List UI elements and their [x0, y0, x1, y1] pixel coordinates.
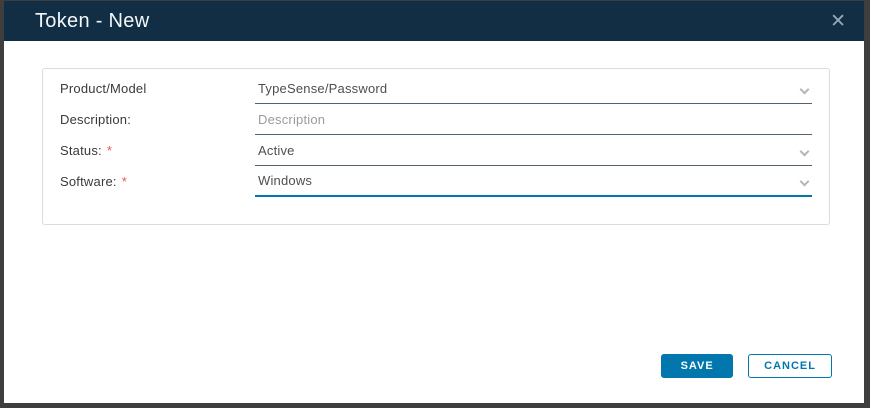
dialog-body: Product/Model TypeSense/Password Descrip…: [4, 41, 864, 403]
software-value: Windows: [258, 173, 312, 188]
software-label-text: Software:: [60, 174, 117, 189]
window-frame: Token - New ✕ Product/Model TypeSense/Pa…: [0, 0, 870, 408]
status-label: Status: *: [60, 135, 255, 166]
product-model-label: Product/Model: [60, 73, 255, 104]
chevron-down-icon: [800, 85, 810, 95]
form-row-software: Software: * Windows: [60, 166, 812, 197]
chevron-down-icon: [800, 177, 810, 187]
status-value: Active: [258, 143, 295, 158]
dialog-title: Token - New: [35, 10, 149, 33]
token-new-dialog: Token - New ✕ Product/Model TypeSense/Pa…: [4, 1, 864, 403]
product-model-value: TypeSense/Password: [258, 81, 387, 96]
status-label-text: Status:: [60, 143, 102, 158]
form-row-description: Description:: [60, 104, 812, 135]
description-label: Description:: [60, 104, 255, 135]
chevron-down-icon: [800, 147, 810, 157]
product-model-label-text: Product/Model: [60, 81, 146, 96]
description-input[interactable]: [258, 112, 812, 127]
required-asterisk: *: [122, 174, 127, 189]
software-select[interactable]: Windows: [255, 166, 812, 197]
description-field: [255, 104, 812, 135]
form-row-status: Status: * Active: [60, 135, 812, 166]
description-label-text: Description:: [60, 112, 131, 127]
form-panel: Product/Model TypeSense/Password Descrip…: [42, 68, 830, 225]
required-asterisk: *: [107, 143, 112, 158]
close-icon: ✕: [830, 10, 846, 32]
close-button[interactable]: ✕: [826, 10, 850, 33]
cancel-button[interactable]: CANCEL: [748, 354, 832, 378]
software-label: Software: *: [60, 166, 255, 197]
status-select[interactable]: Active: [255, 135, 812, 166]
dialog-header: Token - New ✕: [4, 1, 864, 41]
save-button[interactable]: SAVE: [661, 354, 733, 378]
product-model-select[interactable]: TypeSense/Password: [255, 73, 812, 104]
dialog-footer: SAVE CANCEL: [661, 354, 832, 378]
form-row-product-model: Product/Model TypeSense/Password: [60, 73, 812, 104]
